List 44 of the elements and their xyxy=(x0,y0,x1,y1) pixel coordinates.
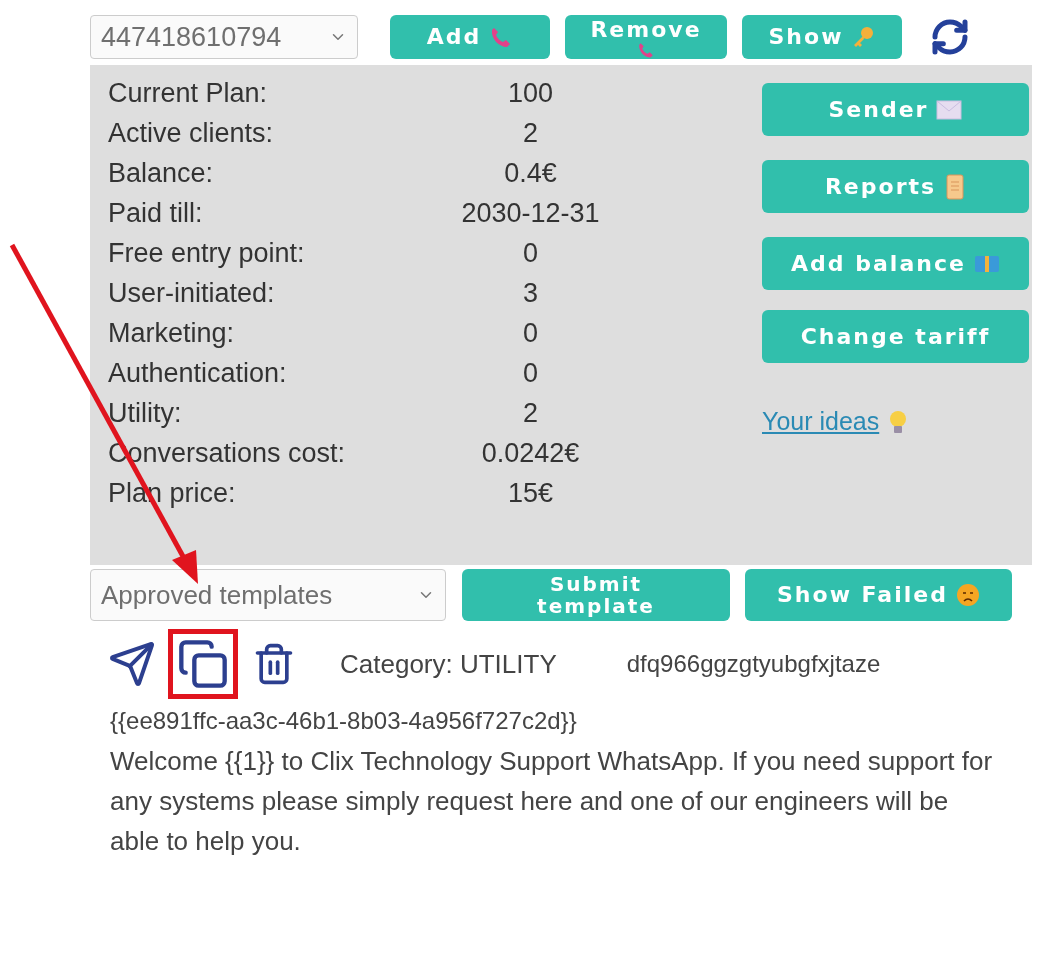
template-body: Welcome {{1}} to Clix Technology Support WhatsApp. If you need support for any systems please simply request here and one of our engineers will be able to help you. xyxy=(110,745,994,858)
phone-number-select[interactable]: 447418610794 xyxy=(90,15,358,59)
toolbar-button[interactable]: Show xyxy=(742,15,902,59)
stat-value: 2 xyxy=(522,117,539,149)
stat-label: Current Plan: xyxy=(108,77,269,109)
refresh-icon[interactable] xyxy=(930,17,970,57)
stat-value: 0.4€ xyxy=(503,157,558,189)
side-button[interactable]: Change tariff xyxy=(762,310,1029,363)
send-icon[interactable] xyxy=(108,640,156,688)
template-button[interactable]: Submit template xyxy=(462,569,730,621)
template-button[interactable]: Show Failed xyxy=(745,569,1012,621)
template-name: dfq966ggzgtyubgfxjtaze xyxy=(626,650,881,678)
stat-label: Active clients: xyxy=(108,117,275,149)
stat-label: Marketing: xyxy=(108,317,236,349)
stat-value: 15€ xyxy=(506,477,555,509)
side-button[interactable]: Reports xyxy=(762,160,1029,213)
stat-label: Balance: xyxy=(108,157,215,189)
stat-value: 3 xyxy=(522,277,539,309)
sad-face-icon xyxy=(955,583,980,607)
lightbulb-icon xyxy=(889,409,908,434)
toolbar-button[interactable]: Remove xyxy=(565,15,727,59)
stat-label: Free entry point: xyxy=(108,237,306,269)
envelope-icon xyxy=(936,99,963,120)
toolbar-button[interactable]: Add xyxy=(390,15,550,59)
side-button[interactable]: Sender xyxy=(762,83,1029,136)
stat-value: 2 xyxy=(522,397,539,429)
stat-label: Utility: xyxy=(108,397,183,429)
ideas-link[interactable]: Your ideas xyxy=(762,407,908,436)
stat-label: Authentication: xyxy=(108,357,288,389)
stat-value: 0.0242€ xyxy=(480,437,581,469)
stat-label: User-initiated: xyxy=(108,277,276,309)
copy-icon[interactable] xyxy=(177,638,229,690)
template-id: {{ee891ffc-aa3c-46b1-8b03-4a956f727c2d}} xyxy=(110,706,578,736)
stat-value: 0 xyxy=(522,237,539,269)
stat-value: 2030-12-31 xyxy=(460,197,601,229)
template-category: Category: UTILITY xyxy=(340,648,557,680)
scroll-icon xyxy=(944,173,967,200)
stat-label: Paid till: xyxy=(108,197,204,229)
stat-value: 0 xyxy=(522,357,539,389)
template-select[interactable]: Approved templates xyxy=(90,569,446,621)
side-button[interactable]: Add balance xyxy=(762,237,1029,290)
stat-value: 100 xyxy=(506,77,555,109)
stat-value: 0 xyxy=(522,317,539,349)
banknote-icon xyxy=(973,253,1000,274)
